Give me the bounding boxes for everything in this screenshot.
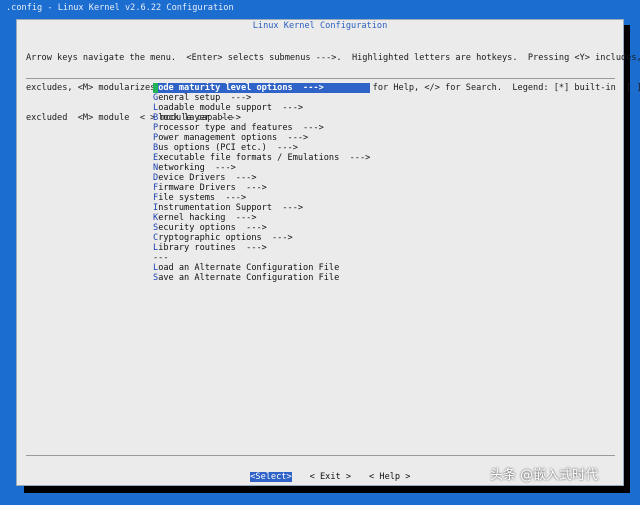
config-dialog: Linux Kernel Configuration Arrow keys na… — [16, 19, 640, 486]
menu-item-label: ecurity options ---> — [158, 223, 267, 233]
menu-item-load-config[interactable]: Load an Alternate Configuration File — [153, 263, 370, 273]
menu-item-power-management[interactable]: Power management options ---> — [153, 133, 370, 143]
menu-item-executable-formats[interactable]: Executable file formats / Emulations ---… — [153, 153, 370, 163]
menu-item-label: oad an Alternate Configuration File — [158, 263, 340, 273]
menu-item-block-layer[interactable]: Block layer ---> — [153, 113, 370, 123]
menu-item-kernel-hacking[interactable]: Kernel hacking ---> — [153, 213, 370, 223]
menu-item-save-config[interactable]: Save an Alternate Configuration File — [153, 273, 370, 283]
menu-item-library-routines[interactable]: Library routines ---> — [153, 243, 370, 253]
help-line: Arrow keys navigate the menu. <Enter> se… — [26, 53, 640, 63]
menu-item-instrumentation[interactable]: Instrumentation Support ---> — [153, 203, 370, 213]
menu-item-label: ile systems ---> — [158, 193, 247, 203]
menu-item-label: etworking ---> — [158, 163, 236, 173]
menu-separator: --- — [153, 253, 169, 263]
menu-item-general-setup[interactable]: General setup ---> — [153, 93, 370, 103]
menu-item-device-drivers[interactable]: Device Drivers ---> — [153, 173, 370, 183]
menu-item-label: ower management options ---> — [158, 133, 309, 143]
menu-item-label: xecutable file formats / Emulations ---> — [158, 153, 371, 163]
exit-button[interactable]: < Exit > — [310, 472, 351, 482]
menu-item-label: us options (PCI etc.) ---> — [158, 143, 298, 153]
select-button[interactable]: <Select> — [250, 472, 292, 482]
menu-item-label: irmware Drivers ---> — [158, 183, 267, 193]
menu-item-label: eneral setup ---> — [158, 93, 252, 103]
menu-item-label: ernel hacking ---> — [158, 213, 257, 223]
menu-item-label: oadable module support ---> — [158, 103, 304, 113]
menu-item-label: ibrary routines ---> — [158, 243, 267, 253]
menu-item-cryptographic-options[interactable]: Cryptographic options ---> — [153, 233, 370, 243]
menu-item-label: evice Drivers ---> — [158, 173, 257, 183]
menu-item-networking[interactable]: Networking ---> — [153, 163, 370, 173]
menu-item-label: rocessor type and features ---> — [158, 123, 324, 133]
menu-item-label: nstrumentation Support ---> — [158, 203, 304, 213]
menu-item-label: ave an Alternate Configuration File — [158, 273, 340, 283]
menu-list: Code maturity level options ---> General… — [153, 83, 371, 283]
watermark: 头条 @嵌入式时代 — [490, 468, 599, 483]
help-button[interactable]: < Help > — [369, 472, 410, 482]
menu-item-label: ryptographic options ---> — [158, 233, 293, 243]
menu-item-processor-type[interactable]: Processor type and features ---> — [153, 123, 370, 133]
menu-item-code-maturity[interactable]: Code maturity level options ---> — [153, 83, 371, 93]
dialog-title: Linux Kernel Configuration — [252, 21, 388, 31]
menu-item-file-systems[interactable]: File systems ---> — [153, 193, 370, 203]
menu-item-bus-options[interactable]: Bus options (PCI etc.) ---> — [153, 143, 370, 153]
menu-item-loadable-module[interactable]: Loadable module support ---> — [153, 103, 370, 113]
menu-item-firmware-drivers[interactable]: Firmware Drivers ---> — [153, 183, 370, 193]
menu-item-security-options[interactable]: Security options ---> — [153, 223, 370, 233]
menu-item-label: lock layer ---> — [158, 113, 241, 123]
menu-item-label: ode maturity level options ---> — [158, 83, 324, 93]
back-title: .config - Linux Kernel v2.6.22 Configura… — [6, 3, 234, 13]
